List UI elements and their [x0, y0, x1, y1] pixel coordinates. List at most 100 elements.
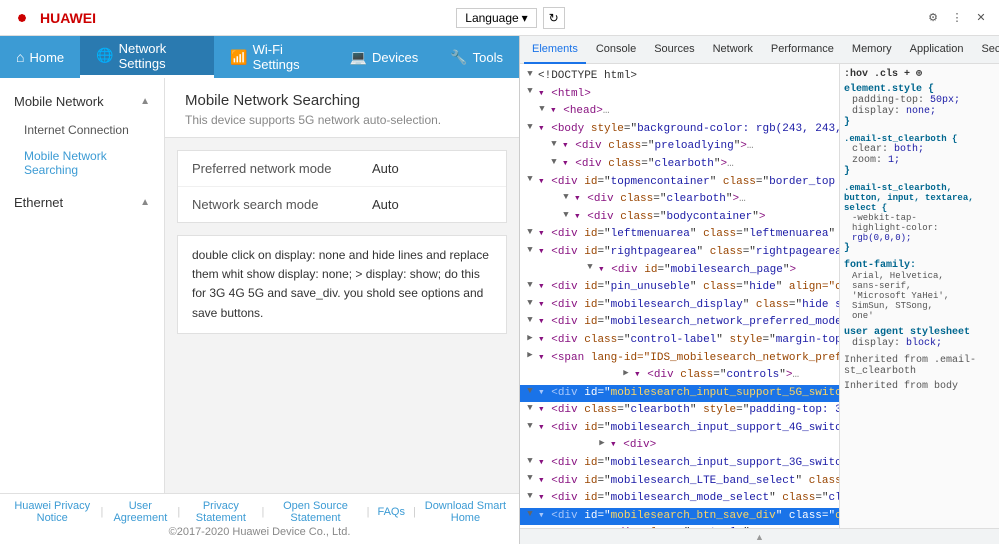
dt-tab-console[interactable]: Console — [588, 36, 644, 64]
nav-item-network-settings[interactable]: 🌐Network Settings — [80, 36, 214, 78]
tree-line[interactable]: ▼▾ <div id="leftmenuarea" class="leftmen… — [520, 226, 839, 244]
footer-link[interactable]: Open Source Statement — [272, 500, 358, 524]
tree-content: ▾ <div id="mobilesearch_display" class="… — [538, 297, 839, 315]
tree-expand-btn[interactable]: ▼ — [524, 490, 536, 502]
tree-line[interactable]: ▼▾ <div id="mobilesearch_mode_select" cl… — [520, 490, 839, 508]
settings-value: Auto — [372, 161, 399, 176]
nav-icon: 💻 — [350, 49, 367, 66]
html-tree[interactable]: ▼<!DOCTYPE html>▼▾ <html>▼▾ <head>…▼▾ <b… — [520, 64, 839, 528]
router-footer: Huawei Privacy Notice | User Agreement | Pri… — [0, 493, 519, 544]
tree-line[interactable]: ▼▾ <head>… — [520, 103, 839, 121]
tree-expand-btn[interactable]: ▼ — [524, 68, 536, 80]
tree-line[interactable]: ▼▾ <div id="mobilesearch_page"> — [520, 262, 839, 280]
tree-content: ▾ <div id="mobilesearch_input_support_5G… — [538, 385, 839, 403]
tree-expand-btn[interactable]: ▼ — [524, 86, 536, 98]
tree-expand-btn[interactable]: ▼ — [560, 191, 572, 203]
sidebar-header-mobile-network[interactable]: Mobile Network▲ — [0, 86, 164, 117]
tree-expand-btn[interactable]: ▶ — [524, 332, 536, 344]
tree-expand-btn[interactable]: ▶ — [596, 437, 608, 449]
tree-expand-btn[interactable]: ▼ — [524, 226, 536, 238]
tree-expand-btn[interactable]: ▼ — [524, 174, 536, 186]
nav-item-devices[interactable]: 💻Devices — [334, 36, 435, 78]
style-rule-webkit: .email-st_clearboth,button, input, texta… — [844, 183, 995, 254]
tree-line[interactable]: ▼▾ <div id="pin_unuseble" class="hide" a… — [520, 279, 839, 297]
dt-tab-sources[interactable]: Sources — [646, 36, 702, 64]
tree-line[interactable]: ▼▾ <html> — [520, 86, 839, 104]
tree-expand-btn[interactable]: ▼ — [524, 385, 536, 397]
tree-expand-btn[interactable]: ▼ — [584, 262, 596, 274]
footer-link[interactable]: Huawei Privacy Notice — [12, 500, 92, 524]
tree-line[interactable]: ▼▾ <div id="mobilesearch_btn_save_div" c… — [520, 508, 839, 526]
devtools-resize-handle[interactable]: ▲ — [520, 528, 999, 544]
tree-line[interactable]: ▶▾ <div class="control-label" style="mar… — [520, 332, 839, 350]
footer-link[interactable]: Download Smart Home — [424, 500, 507, 524]
devtools-close-icon[interactable]: ✕ — [971, 8, 991, 28]
settings-label: Preferred network mode — [192, 161, 372, 176]
tree-expand-btn[interactable]: ▼ — [548, 156, 560, 168]
dt-tab-application[interactable]: Application — [902, 36, 972, 64]
footer-separator: | — [262, 506, 265, 518]
sidebar-header-ethernet[interactable]: Ethernet▲ — [0, 187, 164, 218]
tree-line[interactable]: ▼▾ <div id="mobilesearch_network_preferr… — [520, 314, 839, 332]
devtools-more-icon[interactable]: ⋮ — [947, 8, 967, 28]
tree-line[interactable]: ▼▾ <div id="mobilesearch_LTE_band_select… — [520, 473, 839, 491]
tree-expand-btn[interactable]: ▼ — [524, 244, 536, 256]
styles-panel: :hov .cls + ⊕ element.style { padding-to… — [839, 64, 999, 528]
nav-icon: ⌂ — [16, 49, 24, 65]
dt-tab-network[interactable]: Network — [705, 36, 761, 64]
tree-line[interactable]: ▶▾ <span lang-id="IDS_mobilesearch_netwo… — [520, 350, 839, 368]
nav-item-wi-fi-settings[interactable]: 📶Wi-Fi Settings — [214, 36, 333, 78]
tree-expand-btn[interactable]: ▶ — [524, 350, 536, 362]
footer-link[interactable]: Privacy Statement — [188, 500, 253, 524]
dt-tab-memory[interactable]: Memory — [844, 36, 900, 64]
style-rule-font: font-family: Arial, Helvetica,sans-serif… — [844, 260, 995, 321]
tree-content: ▾ <div> — [610, 437, 656, 455]
language-button[interactable]: Language ▾ — [456, 8, 536, 28]
tree-line[interactable]: ▼▾ <div id="mobilesearch_display" class=… — [520, 297, 839, 315]
tree-line[interactable]: ▼▾ <body style="background-color: rgb(24… — [520, 121, 839, 139]
tree-line[interactable]: ▼▾ <div id="topmencontainer" class="bord… — [520, 174, 839, 192]
footer-separator: | — [367, 506, 370, 518]
sidebar-sub-item-mobile-network-searching[interactable]: Mobile Network Searching — [0, 143, 164, 183]
tree-line[interactable]: ▼▾ <div id="rightpagearea" class="rightp… — [520, 244, 839, 262]
tree-expand-btn[interactable]: ▼ — [524, 473, 536, 485]
tree-expand-btn[interactable]: ▼ — [524, 455, 536, 467]
tree-line[interactable]: ▼▾ <div id="mobilesearch_input_support_4… — [520, 420, 839, 438]
footer-link[interactable]: FAQs — [377, 506, 405, 518]
tree-line[interactable]: ▼▾ <div class="clearboth" style="padding… — [520, 402, 839, 420]
tree-line[interactable]: ▶▾ <div> — [520, 437, 839, 455]
tree-line[interactable]: ▼▾ <div class="preloadlying">… — [520, 138, 839, 156]
tree-line[interactable]: ▶▾ <div class="controls">… — [520, 367, 839, 385]
tree-expand-btn[interactable]: ▼ — [524, 420, 536, 432]
tree-expand-btn[interactable]: ▼ — [524, 297, 536, 309]
tree-line[interactable]: ▼▾ <div class="bodycontainer"> — [520, 209, 839, 227]
tree-expand-btn[interactable]: ▼ — [524, 402, 536, 414]
tree-line[interactable]: ▼▾ <div class="clearboth">… — [520, 156, 839, 174]
tree-content: ▾ <span lang-id="IDS_mobilesearch_networ… — [538, 350, 839, 368]
address-bar: Language ▾ ↻ — [110, 7, 911, 29]
dt-tab-security[interactable]: Security — [973, 36, 999, 64]
nav-item-tools[interactable]: 🔧Tools — [434, 36, 519, 78]
tree-content: ▾ <div id="leftmenuarea" class="leftmenu… — [538, 226, 839, 244]
tree-line[interactable]: ▼▾ <div id="mobilesearch_input_support_3… — [520, 455, 839, 473]
dt-tab-elements[interactable]: Elements — [524, 36, 586, 64]
dt-tab-performance[interactable]: Performance — [763, 36, 842, 64]
refresh-button[interactable]: ↻ — [543, 7, 565, 29]
tree-expand-btn[interactable]: ▼ — [536, 103, 548, 115]
tree-expand-btn[interactable]: ▼ — [524, 314, 536, 326]
tree-expand-btn[interactable]: ▶ — [620, 367, 632, 379]
nav-item-home[interactable]: ⌂Home — [0, 36, 80, 78]
tree-line[interactable]: ▼▾ <div class="clearboth">… — [520, 191, 839, 209]
devtools-settings-icon[interactable]: ⚙ — [923, 8, 943, 28]
tree-line[interactable]: ▼▾ <div id="mobilesearch_input_support_5… — [520, 385, 839, 403]
tree-expand-btn[interactable]: ▼ — [524, 279, 536, 291]
tree-expand-btn[interactable]: ▼ — [524, 121, 536, 133]
settings-label: Network search mode — [192, 197, 372, 212]
instructions-box: double click on display: none and hide l… — [177, 235, 507, 334]
tree-expand-btn[interactable]: ▼ — [548, 138, 560, 150]
sidebar-sub-item-internet-connection[interactable]: Internet Connection — [0, 117, 164, 143]
tree-line[interactable]: ▼<!DOCTYPE html> — [520, 68, 839, 86]
tree-expand-btn[interactable]: ▼ — [560, 209, 572, 221]
footer-link[interactable]: User Agreement — [111, 500, 169, 524]
tree-expand-btn[interactable]: ▼ — [524, 508, 536, 520]
